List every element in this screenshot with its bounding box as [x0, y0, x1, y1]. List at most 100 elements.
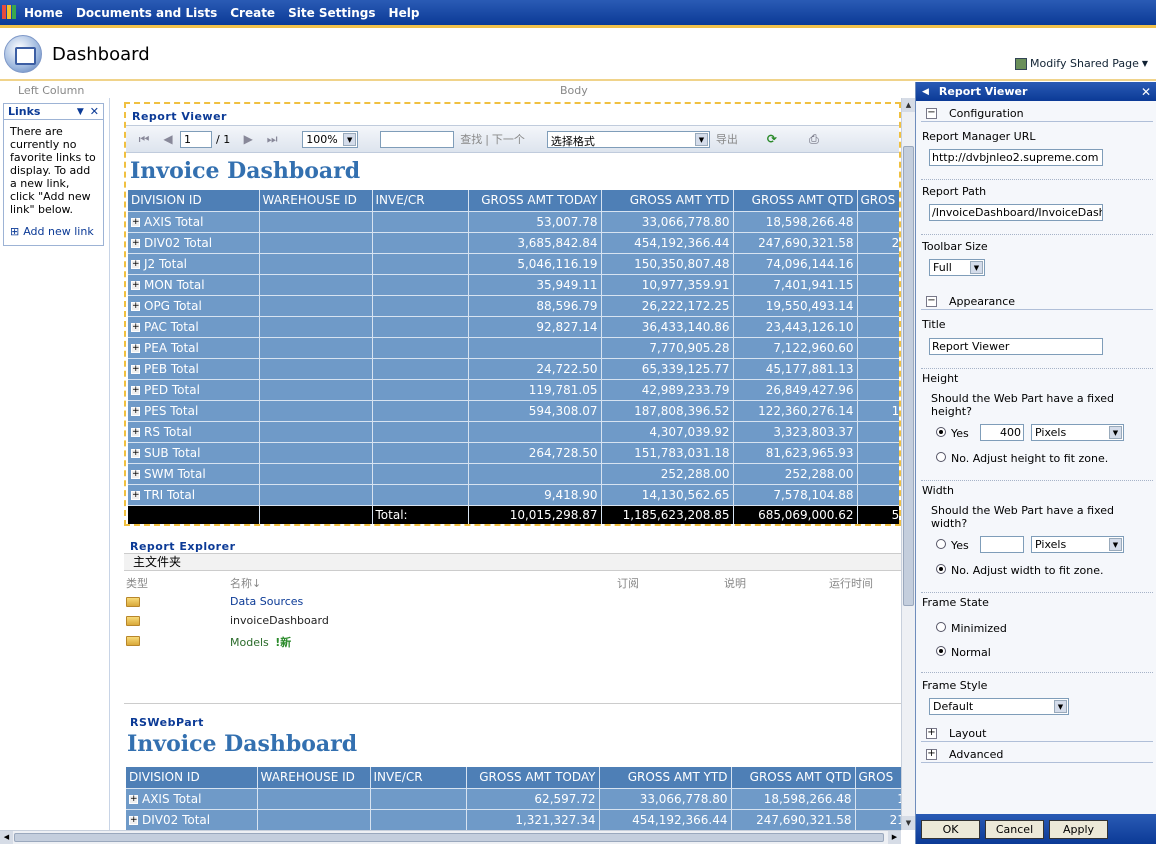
export-link[interactable]: 导出	[716, 131, 738, 147]
page-number-input[interactable]: 1	[180, 130, 212, 148]
cell-division-id[interactable]: + J2 Total	[128, 253, 260, 275]
height-yes-radio[interactable]	[936, 427, 946, 437]
expand-icon[interactable]: +	[131, 217, 140, 227]
cell-division-id[interactable]: + PEB Total	[128, 358, 260, 380]
frame-state-minimized-radio[interactable]	[936, 622, 946, 632]
expand-icon[interactable]: +	[131, 259, 140, 269]
col-header-description[interactable]: 说明	[724, 575, 746, 591]
col-header-run-time[interactable]: 运行时间	[829, 575, 873, 591]
home-folder-breadcrumb[interactable]: 主文件夹	[124, 553, 901, 571]
section-advanced[interactable]: + Advanced	[921, 746, 1153, 763]
height-no-radio[interactable]	[936, 452, 946, 462]
width-value-input[interactable]	[980, 536, 1024, 553]
expand-icon[interactable]: +	[131, 490, 140, 500]
cell-division-id[interactable]: + SWM Total	[128, 463, 260, 485]
last-page-icon[interactable]: ⏭	[260, 132, 284, 147]
cell-division-id[interactable]: + RS Total	[128, 421, 260, 443]
print-icon[interactable]: ⎙	[802, 132, 826, 147]
cell-division-id[interactable]: + PED Total	[128, 379, 260, 401]
collapse-icon[interactable]: −	[926, 107, 937, 119]
title-input[interactable]: Report Viewer	[929, 338, 1103, 355]
scroll-thumb[interactable]	[903, 146, 914, 606]
find-text-input[interactable]	[380, 130, 455, 148]
explorer-item-name[interactable]: invoiceDashboard	[230, 614, 329, 627]
find-link[interactable]: 查找	[460, 131, 482, 147]
first-page-icon[interactable]: ⏮	[132, 132, 156, 147]
cell-division-id[interactable]: + PEA Total	[128, 337, 260, 359]
expand-icon[interactable]: +	[129, 815, 138, 825]
vertical-scrollbar[interactable]: ▲ ▼	[901, 98, 915, 830]
zoom-select[interactable]: 100% ▼	[302, 130, 359, 148]
explorer-item[interactable]: Models !新	[124, 633, 901, 649]
find-next-link[interactable]: 下一个	[492, 131, 525, 147]
back-arrow-icon[interactable]: ◀	[922, 87, 929, 97]
expand-icon[interactable]: +	[926, 727, 937, 739]
expand-icon[interactable]: +	[131, 427, 140, 437]
expand-icon[interactable]: +	[131, 448, 140, 458]
col-header-name[interactable]: 名称↓	[230, 575, 261, 591]
nav-create[interactable]: Create	[230, 6, 275, 20]
nav-site-settings[interactable]: Site Settings	[288, 6, 375, 20]
toolbar-size-select[interactable]: Full ▼	[929, 259, 985, 276]
expand-icon[interactable]: +	[131, 469, 140, 479]
add-new-link[interactable]: ⊞ Add new link	[10, 225, 97, 238]
cell-division-id[interactable]: + TRI Total	[128, 484, 260, 506]
previous-page-icon[interactable]: ◀	[156, 132, 180, 146]
width-no-radio[interactable]	[936, 564, 946, 574]
cell-division-id[interactable]: + AXIS Total	[126, 788, 258, 810]
expand-icon[interactable]: +	[131, 343, 140, 353]
nav-help[interactable]: Help	[389, 6, 420, 20]
expand-icon[interactable]: +	[131, 238, 140, 248]
report-path-input[interactable]: /InvoiceDashboard/InvoiceDashboard	[929, 204, 1103, 221]
explorer-item[interactable]: Data Sources	[124, 594, 901, 610]
col-header-subscribe[interactable]: 订阅	[617, 575, 639, 591]
scroll-left-icon[interactable]: ◀	[0, 831, 13, 844]
close-icon[interactable]: ✕	[1141, 85, 1151, 99]
cell-division-id[interactable]: + PES Total	[128, 400, 260, 422]
width-unit-select[interactable]: Pixels ▼	[1031, 536, 1124, 553]
cell-division-id[interactable]: + AXIS Total	[128, 211, 260, 233]
frame-state-normal-radio[interactable]	[936, 646, 946, 656]
explorer-item[interactable]: invoiceDashboard	[124, 613, 901, 629]
modify-shared-page-menu[interactable]: Modify Shared Page ▼	[1015, 57, 1148, 70]
expand-icon[interactable]: +	[131, 280, 140, 290]
cancel-button[interactable]: Cancel	[985, 819, 1044, 839]
ok-button[interactable]: OK	[921, 819, 980, 839]
cell-division-id[interactable]: + DIV02 Total	[128, 232, 260, 254]
scroll-up-icon[interactable]: ▲	[902, 98, 915, 112]
scroll-down-icon[interactable]: ▼	[902, 816, 915, 830]
scroll-thumb[interactable]	[14, 833, 884, 842]
section-appearance[interactable]: − Appearance	[921, 293, 1153, 310]
explorer-item-name[interactable]: Data Sources	[230, 595, 303, 608]
height-unit-select[interactable]: Pixels ▼	[1031, 424, 1124, 441]
expand-icon[interactable]: +	[131, 406, 140, 416]
explorer-item-name[interactable]: Models !新	[230, 634, 291, 650]
next-page-icon[interactable]: ▶	[236, 132, 260, 146]
cell-division-id[interactable]: + DIV02 Total	[126, 809, 258, 831]
report-manager-url-input[interactable]: http://dvbjnleo2.supreme.com	[929, 149, 1103, 166]
frame-style-select[interactable]: Default ▼	[929, 698, 1069, 715]
nav-documents-and-lists[interactable]: Documents and Lists	[76, 6, 217, 20]
width-yes-radio[interactable]	[936, 539, 946, 549]
col-header-type[interactable]: 类型	[126, 575, 148, 591]
close-icon[interactable]: ✕	[90, 105, 99, 118]
height-value-input[interactable]: 400	[980, 424, 1024, 441]
horizontal-scrollbar[interactable]: ◀ ▶	[0, 830, 901, 844]
cell-division-id[interactable]: + OPG Total	[128, 295, 260, 317]
apply-button[interactable]: Apply	[1049, 819, 1108, 839]
section-layout[interactable]: + Layout	[921, 725, 1153, 742]
scroll-right-icon[interactable]: ▶	[888, 831, 901, 844]
cell-division-id[interactable]: + SUB Total	[128, 442, 260, 464]
refresh-icon[interactable]: ⟳	[760, 132, 784, 146]
expand-icon[interactable]: +	[131, 385, 140, 395]
export-format-select[interactable]: 选择格式 ▼	[546, 130, 710, 148]
cell-division-id[interactable]: + PAC Total	[128, 316, 260, 338]
expand-icon[interactable]: +	[926, 748, 937, 760]
cell-division-id[interactable]: + MON Total	[128, 274, 260, 296]
expand-icon[interactable]: +	[131, 364, 140, 374]
collapse-icon[interactable]: −	[926, 295, 937, 307]
section-configuration[interactable]: − Configuration	[921, 105, 1153, 122]
web-part-menu-arrow-icon[interactable]: ▼	[77, 107, 84, 117]
expand-icon[interactable]: +	[129, 794, 138, 804]
expand-icon[interactable]: +	[131, 322, 140, 332]
